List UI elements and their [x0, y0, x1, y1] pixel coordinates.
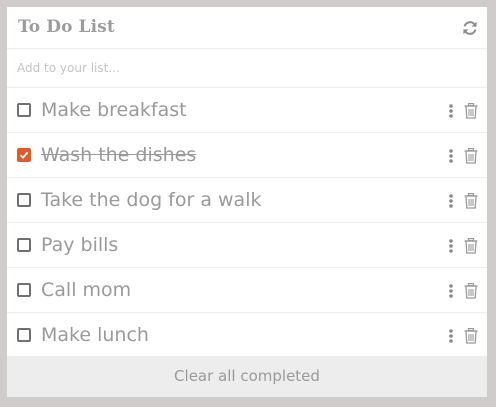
trash-icon[interactable] — [464, 282, 478, 299]
vertical-dots-icon[interactable] — [447, 193, 455, 209]
clear-completed-button[interactable]: Clear all completed — [174, 367, 320, 385]
item-label: Call mom — [41, 279, 132, 301]
list-item: Make lunch — [7, 313, 487, 357]
list-item: Make breakfast — [7, 88, 487, 133]
list-item: Take the dog for a walk — [7, 178, 487, 223]
page-title: To Do List — [18, 17, 115, 37]
todo-card: To Do List Make breakfast Wash the dishe… — [7, 7, 487, 397]
item-label: Pay bills — [41, 234, 119, 256]
vertical-dots-icon[interactable] — [447, 238, 455, 254]
vertical-dots-icon[interactable] — [447, 328, 455, 344]
trash-icon[interactable] — [464, 147, 478, 164]
item-label: Make lunch — [41, 324, 149, 346]
header: To Do List — [7, 7, 487, 49]
add-item-input[interactable] — [17, 59, 457, 77]
list-item: Call mom — [7, 268, 487, 313]
item-checkbox[interactable] — [17, 148, 31, 162]
item-checkbox[interactable] — [17, 238, 31, 252]
item-label: Make breakfast — [41, 99, 187, 121]
item-checkbox[interactable] — [17, 328, 31, 342]
item-checkbox[interactable] — [17, 193, 31, 207]
list-item: Pay bills — [7, 223, 487, 268]
add-item-row — [7, 49, 487, 88]
trash-icon[interactable] — [464, 102, 478, 119]
item-label: Take the dog for a walk — [41, 189, 262, 211]
trash-icon[interactable] — [464, 327, 478, 344]
item-checkbox[interactable] — [17, 283, 31, 297]
list-item: Wash the dishes — [7, 133, 487, 178]
trash-icon[interactable] — [464, 192, 478, 209]
refresh-icon[interactable] — [461, 19, 479, 37]
todo-list: Make breakfast Wash the dishes Take the … — [7, 88, 487, 357]
vertical-dots-icon[interactable] — [447, 148, 455, 164]
item-label: Wash the dishes — [41, 144, 197, 166]
item-checkbox[interactable] — [17, 103, 31, 117]
footer: Clear all completed — [7, 356, 487, 397]
vertical-dots-icon[interactable] — [447, 283, 455, 299]
vertical-dots-icon[interactable] — [447, 103, 455, 119]
trash-icon[interactable] — [464, 237, 478, 254]
